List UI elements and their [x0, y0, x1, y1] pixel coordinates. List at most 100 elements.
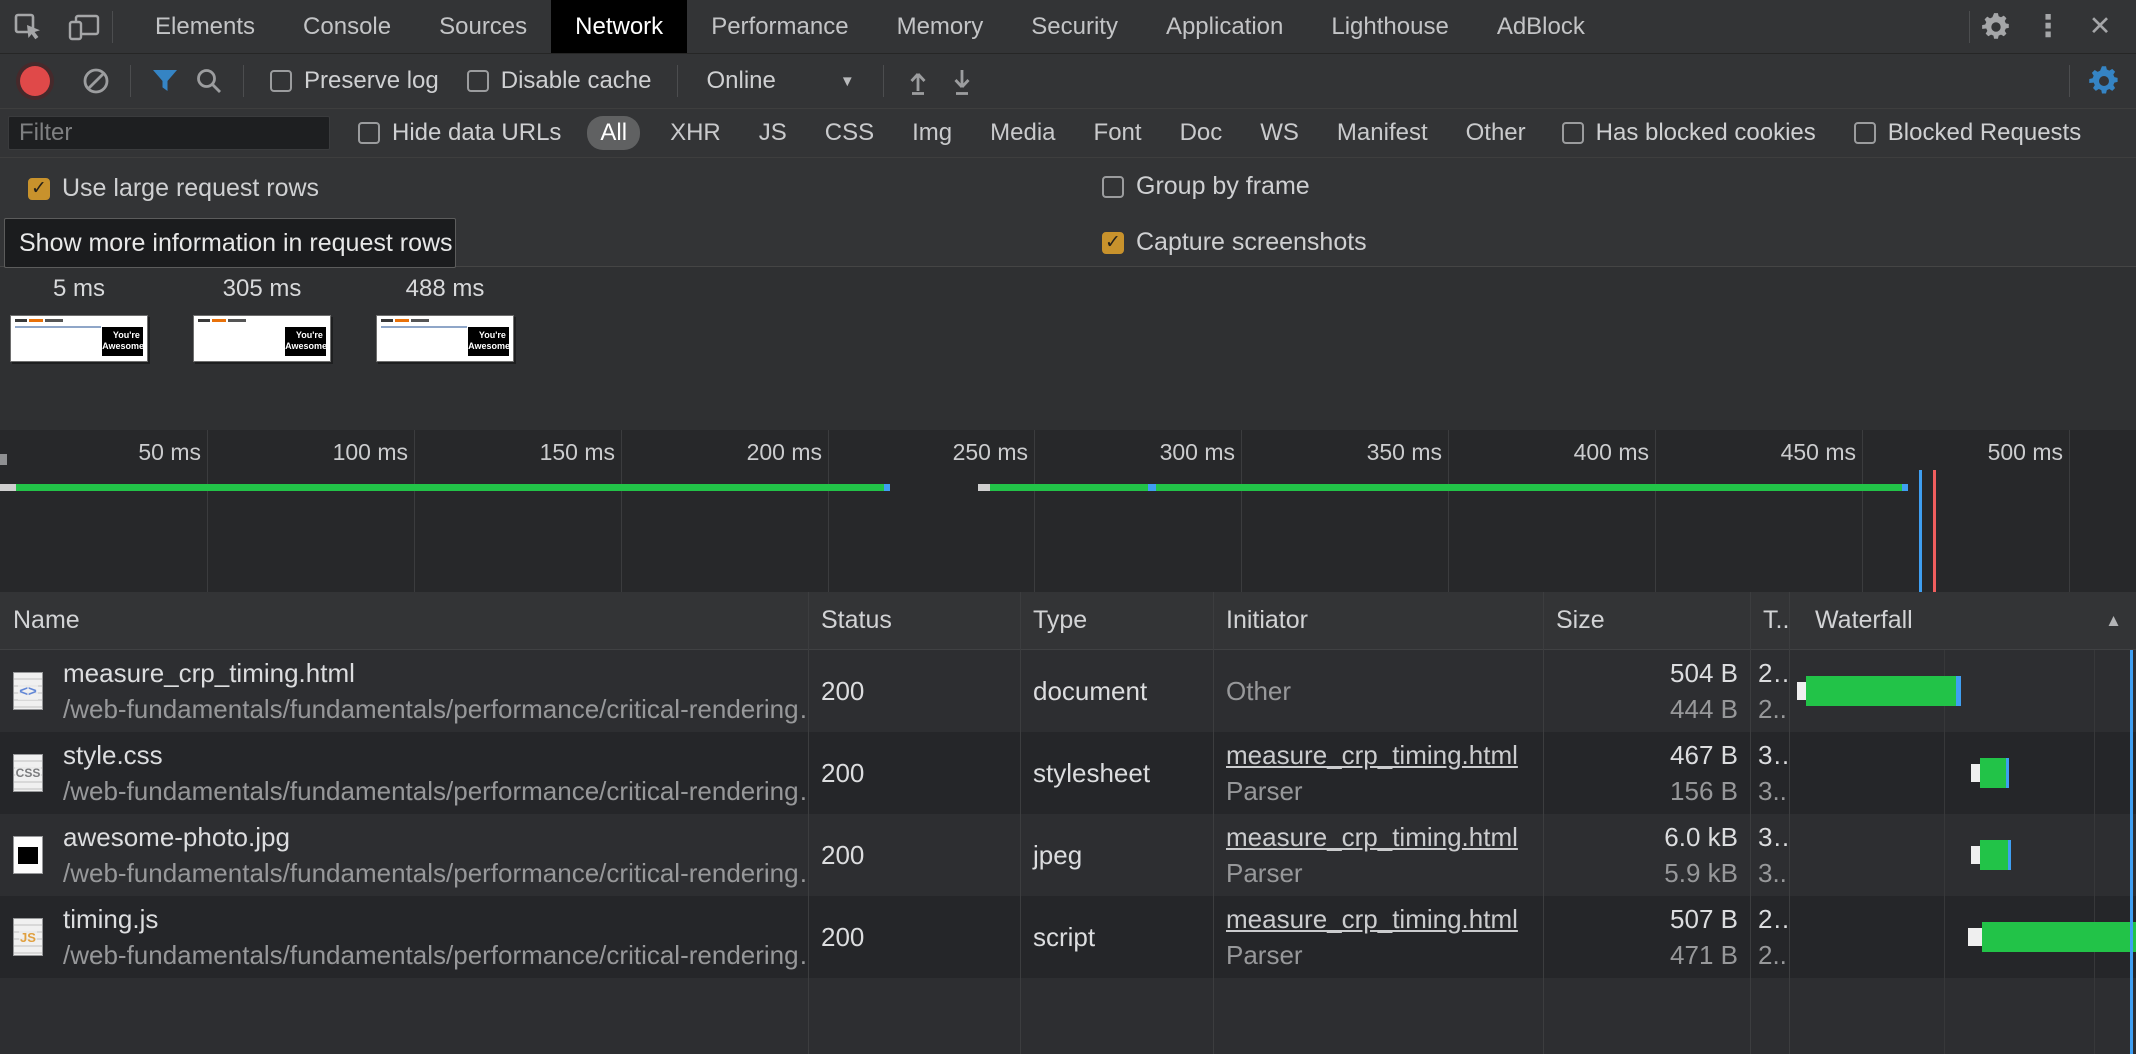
- filter-input[interactable]: [8, 116, 330, 150]
- table-row[interactable]: CSS style.css /web-fundamentals/fundamen…: [0, 732, 2136, 814]
- waterfall-cell: [1789, 650, 2136, 732]
- column-header-size[interactable]: Size: [1543, 606, 1750, 635]
- filter-funnel-icon[interactable]: [143, 61, 187, 101]
- css-file-icon: CSS: [13, 754, 43, 792]
- settings-gear-icon[interactable]: [1970, 11, 2022, 43]
- waterfall-bar: [1980, 758, 2006, 788]
- filmstrip-frame[interactable]: 305 ms You'reAwesome!: [193, 275, 331, 362]
- status-value: 200: [821, 919, 1020, 955]
- size-value: 467 B: [1670, 737, 1738, 773]
- initiator-link[interactable]: measure_crp_timing.html: [1226, 819, 1543, 855]
- export-har-icon[interactable]: [940, 61, 984, 101]
- request-name: awesome-photo.jpg: [63, 819, 808, 855]
- resource-type-pills: All XHR JS CSS Img Media Font Doc WS Man…: [587, 116, 1533, 150]
- tab-adblock[interactable]: AdBlock: [1473, 0, 1609, 53]
- search-icon[interactable]: [187, 61, 231, 101]
- waterfall-bar: [1982, 922, 2136, 952]
- close-icon[interactable]: ✕: [2074, 11, 2126, 42]
- column-header-status[interactable]: Status: [808, 606, 1020, 635]
- dropdown-arrow-icon: ▼: [840, 73, 855, 90]
- pill-font[interactable]: Font: [1086, 116, 1150, 150]
- pill-js[interactable]: JS: [751, 116, 795, 150]
- time-latency: 2..: [1758, 691, 1789, 727]
- pill-doc[interactable]: Doc: [1172, 116, 1231, 150]
- throttling-dropdown[interactable]: Online ▼: [706, 67, 854, 95]
- time-value: 2…: [1758, 655, 1789, 691]
- hide-data-urls-checkbox[interactable]: Hide data URLs: [358, 119, 561, 147]
- group-by-frame-checkbox[interactable]: Group by frame: [1102, 172, 1310, 201]
- clear-icon[interactable]: [74, 61, 118, 101]
- disable-cache-checkbox[interactable]: Disable cache: [467, 67, 652, 95]
- tab-memory[interactable]: Memory: [873, 0, 1008, 53]
- column-header-waterfall[interactable]: Waterfall ▲: [1789, 592, 2136, 649]
- inspect-cursor-icon[interactable]: [0, 0, 56, 53]
- kebab-menu-icon[interactable]: ⋮: [2022, 9, 2074, 44]
- html-file-icon: <>: [13, 672, 43, 710]
- pill-css[interactable]: CSS: [817, 116, 882, 150]
- table-row[interactable]: awesome-photo.jpg /web-fundamentals/fund…: [0, 814, 2136, 896]
- filmstrip-frame[interactable]: 5 ms You'reAwesome!: [10, 275, 148, 362]
- column-header-initiator[interactable]: Initiator: [1213, 606, 1543, 635]
- panel-tabs: Elements Console Sources Network Perform…: [131, 0, 1609, 53]
- status-value: 200: [821, 837, 1020, 873]
- request-name: measure_crp_timing.html: [63, 655, 808, 691]
- waterfall-bar: [1806, 676, 1956, 706]
- pill-img[interactable]: Img: [904, 116, 960, 150]
- screenshot-thumbnail: You'reAwesome!: [376, 315, 514, 362]
- time-value: 2…: [1758, 901, 1789, 937]
- waterfall-cell: [1789, 814, 2136, 896]
- blocked-requests-checkbox[interactable]: Blocked Requests: [1854, 119, 2081, 147]
- pill-xhr[interactable]: XHR: [662, 116, 729, 150]
- request-path: /web-fundamentals/fundamentals/performan…: [63, 691, 808, 727]
- time-latency: 3..: [1758, 855, 1789, 891]
- status-value: 200: [821, 673, 1020, 709]
- initiator-sub: Parser: [1226, 855, 1543, 891]
- type-value: script: [1033, 919, 1213, 955]
- waterfall-bar: [1980, 840, 2008, 870]
- table-body: <> measure_crp_timing.html /web-fundamen…: [0, 650, 2136, 1054]
- column-header-type[interactable]: Type: [1020, 606, 1213, 635]
- table-row[interactable]: JS timing.js /web-fundamentals/fundament…: [0, 896, 2136, 978]
- initiator-link[interactable]: measure_crp_timing.html: [1226, 737, 1543, 773]
- size-transferred: 444 B: [1670, 691, 1738, 727]
- devtools-tabbar: Elements Console Sources Network Perform…: [0, 0, 2136, 54]
- pill-media[interactable]: Media: [982, 116, 1063, 150]
- waterfall-cell: [1789, 896, 2136, 978]
- request-path: /web-fundamentals/fundamentals/performan…: [63, 855, 808, 891]
- tab-network[interactable]: Network: [551, 0, 687, 53]
- use-large-request-rows-checkbox[interactable]: ✓ Use large request rows: [28, 174, 319, 203]
- size-transferred: 156 B: [1670, 773, 1738, 809]
- preserve-log-checkbox[interactable]: Preserve log: [270, 67, 439, 95]
- table-row[interactable]: <> measure_crp_timing.html /web-fundamen…: [0, 650, 2136, 732]
- tab-security[interactable]: Security: [1007, 0, 1142, 53]
- overview-handle[interactable]: [0, 454, 7, 465]
- device-toolbar-icon[interactable]: [56, 0, 112, 53]
- type-value: stylesheet: [1033, 755, 1213, 791]
- pill-all[interactable]: All: [587, 116, 640, 150]
- tab-performance[interactable]: Performance: [687, 0, 872, 53]
- filmstrip-frame[interactable]: 488 ms You'reAwesome!: [376, 275, 514, 362]
- tab-console[interactable]: Console: [279, 0, 415, 53]
- import-har-icon[interactable]: [896, 61, 940, 101]
- empty-table-stripe: [0, 978, 2136, 1054]
- tab-lighthouse[interactable]: Lighthouse: [1307, 0, 1472, 53]
- timeline-overview[interactable]: 50 ms 100 ms 150 ms 200 ms 250 ms 300 ms…: [0, 430, 2136, 592]
- pill-manifest[interactable]: Manifest: [1329, 116, 1436, 150]
- network-settings-gear-icon[interactable]: [2082, 61, 2126, 101]
- tab-application[interactable]: Application: [1142, 0, 1307, 53]
- initiator-sub: Parser: [1226, 773, 1543, 809]
- tab-sources[interactable]: Sources: [415, 0, 551, 53]
- initiator-link[interactable]: measure_crp_timing.html: [1226, 901, 1543, 937]
- tab-elements[interactable]: Elements: [131, 0, 279, 53]
- column-header-name[interactable]: Name: [0, 606, 808, 635]
- size-value: 504 B: [1670, 655, 1738, 691]
- capture-screenshots-checkbox[interactable]: ✓ Capture screenshots: [1102, 228, 1367, 257]
- pill-ws[interactable]: WS: [1252, 116, 1307, 150]
- record-icon[interactable]: [20, 66, 50, 96]
- size-value: 6.0 kB: [1664, 819, 1738, 855]
- has-blocked-cookies-checkbox[interactable]: Has blocked cookies: [1562, 119, 1816, 147]
- initiator-sub: Parser: [1226, 937, 1543, 973]
- pill-other[interactable]: Other: [1458, 116, 1534, 150]
- disable-cache-box: [467, 70, 489, 92]
- column-header-time[interactable]: T..: [1750, 606, 1789, 635]
